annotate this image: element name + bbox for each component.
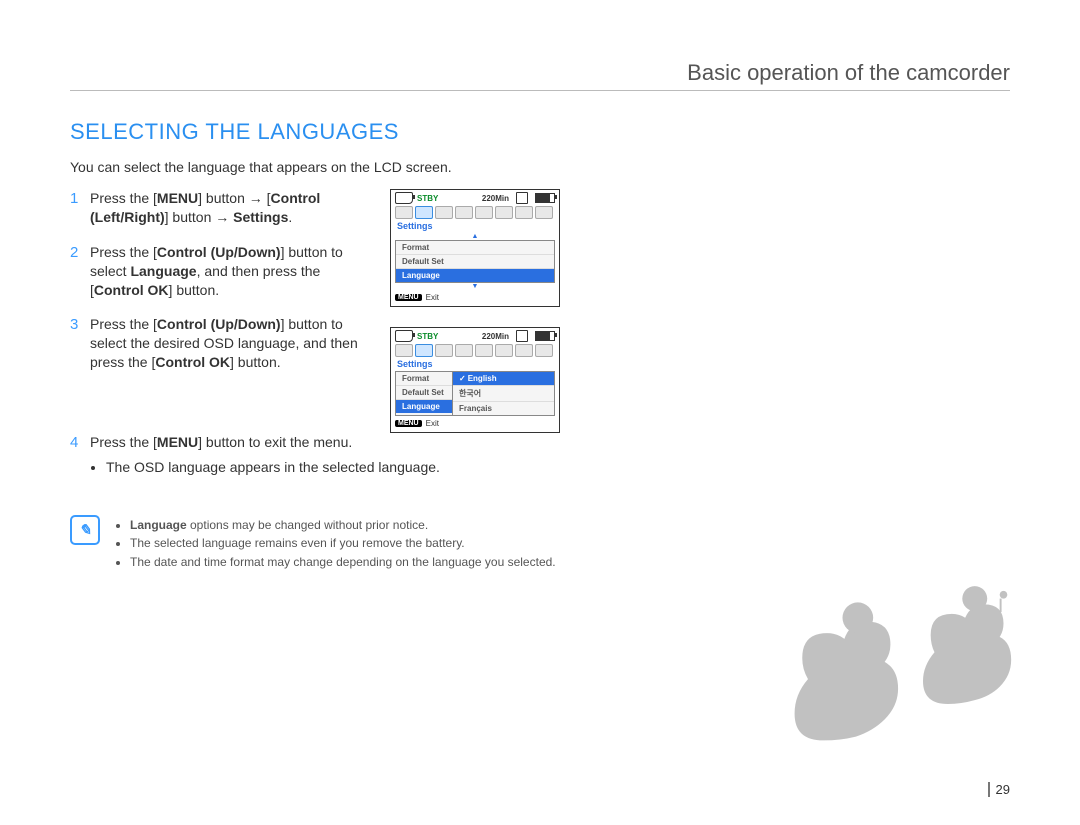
menu-item-format: Format xyxy=(396,372,452,386)
note-icon: ✎ xyxy=(70,515,100,545)
chapter-title: Basic operation of the camcorder xyxy=(70,60,1010,91)
menu-item-language-selected: Language xyxy=(396,269,554,282)
battery-icon xyxy=(535,193,555,203)
page-number: 29 xyxy=(988,782,1010,797)
lcd-screenshot-1: STBY 220Min Settings ▲ xyxy=(390,189,560,307)
menu-item-default-set: Default Set xyxy=(396,255,554,269)
step-3: Press the [Control (Up/Down)] button to … xyxy=(70,315,360,388)
camera-icon xyxy=(395,192,413,204)
section-title: SELECTING THE LANGUAGES xyxy=(70,119,1010,145)
submenu-item-french: Français xyxy=(453,402,554,415)
menu-item-default-set: Default Set xyxy=(396,386,452,400)
menu-category-label: Settings xyxy=(397,359,555,369)
submenu-item-korean: 한국어 xyxy=(453,386,554,402)
decorative-silhouette xyxy=(765,520,1035,755)
submenu-item-english-selected: ✓English xyxy=(453,372,554,386)
menu-tab xyxy=(515,206,533,219)
menu-tab xyxy=(455,344,473,357)
exit-label: Exit xyxy=(426,419,439,428)
stby-label: STBY xyxy=(417,194,438,203)
step-1: Press the [MENU] button → [Control (Left… xyxy=(70,189,360,243)
menu-tab xyxy=(495,344,513,357)
menu-item-language-selected: Language xyxy=(396,400,452,413)
check-icon: ✓ xyxy=(459,374,466,383)
menu-tab xyxy=(435,344,453,357)
menu-category-label: Settings xyxy=(397,221,555,231)
menu-tab-selected xyxy=(415,344,433,357)
lcd-screenshot-2: STBY 220Min Settings xyxy=(390,327,560,433)
exit-label: Exit xyxy=(426,293,439,302)
rec-time-label: 220Min xyxy=(482,332,509,341)
step-2: Press the [Control (Up/Down)] button to … xyxy=(70,243,360,316)
stby-label: STBY xyxy=(417,332,438,341)
menu-tab xyxy=(395,344,413,357)
note-1: Language options may be changed without … xyxy=(130,517,556,534)
menu-tab xyxy=(395,206,413,219)
menu-item-format: Format xyxy=(396,241,554,255)
menu-tab xyxy=(455,206,473,219)
note-2: The selected language remains even if yo… xyxy=(130,535,556,552)
menu-tab-selected xyxy=(415,206,433,219)
step-4: Press the [MENU] button to exit the menu… xyxy=(70,433,1010,495)
menu-tab xyxy=(475,344,493,357)
menu-button-label: MENU xyxy=(395,294,422,301)
chevron-down-icon: ▼ xyxy=(395,283,555,290)
menu-tab xyxy=(535,206,553,219)
camera-icon xyxy=(395,330,413,342)
battery-icon xyxy=(535,331,555,341)
intro-text: You can select the language that appears… xyxy=(70,159,1010,175)
step-4-bullet: The OSD language appears in the selected… xyxy=(106,458,1010,477)
menu-tab xyxy=(435,206,453,219)
rec-time-label: 220Min xyxy=(482,194,509,203)
note-3: The date and time format may change depe… xyxy=(130,554,556,571)
menu-button-label: MENU xyxy=(395,420,422,427)
card-icon xyxy=(516,330,528,342)
menu-tab xyxy=(475,206,493,219)
chevron-up-icon: ▲ xyxy=(395,233,555,240)
menu-tab xyxy=(515,344,533,357)
menu-tab xyxy=(495,206,513,219)
menu-tab xyxy=(535,344,553,357)
card-icon xyxy=(516,192,528,204)
